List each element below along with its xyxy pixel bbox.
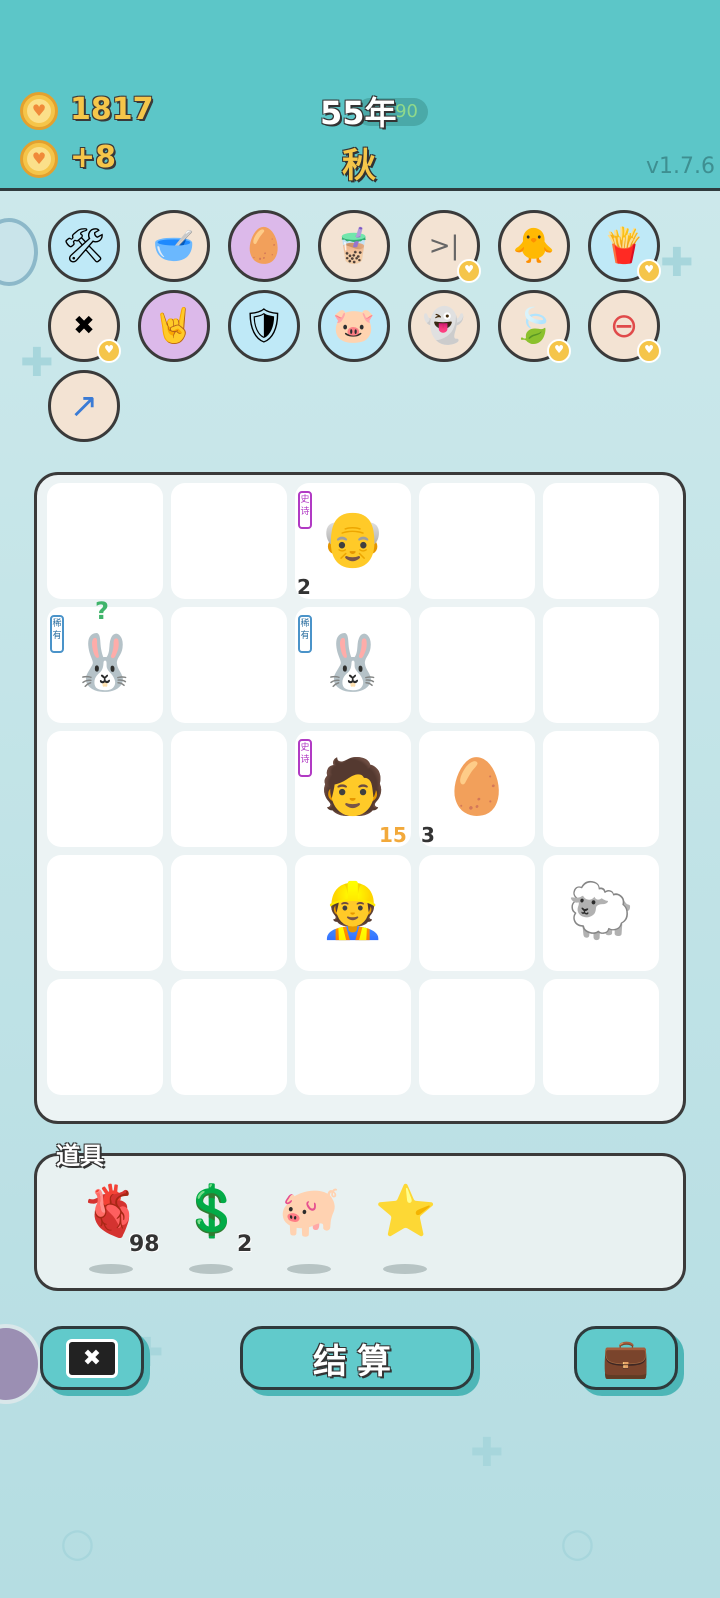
remove-symbol-button[interactable]: ✖: [40, 1326, 144, 1390]
coin-total: 1817: [70, 92, 154, 127]
bunny-icon: 🐰: [319, 631, 387, 694]
inventory-button[interactable]: 💼: [574, 1326, 678, 1390]
background-deco: ✚: [470, 1430, 504, 1476]
coin-icon: ♥: [20, 140, 58, 178]
relic-skip-icon[interactable]: >| ♥: [408, 210, 481, 283]
rare-tag: 稀有: [50, 615, 64, 653]
relic-bubble-tea-icon[interactable]: 🧋: [318, 210, 390, 282]
relic-pet-food-bowl-icon[interactable]: 🥣: [138, 210, 210, 282]
item-shadow: [189, 1264, 233, 1274]
settle-label: 结算: [313, 1341, 401, 1382]
egg-icon: 🥚: [443, 755, 511, 818]
old-man-icon: 👴: [319, 507, 387, 570]
version-label: v1.7.6: [646, 154, 715, 179]
epic-tag: 史诗: [298, 491, 312, 529]
board-cell[interactable]: [47, 979, 163, 1095]
relic-fries-icon[interactable]: 🍟 ♥: [588, 210, 661, 283]
item-shadow: [89, 1264, 133, 1274]
board-cell[interactable]: 史诗 👴 2: [295, 483, 411, 599]
board-cell[interactable]: 稀有 ? 🐰: [47, 597, 163, 723]
season-label: 秋: [342, 146, 376, 186]
sheep-icon: 🐑: [567, 879, 635, 942]
relic-remove-tag-icon[interactable]: ✖ ♥: [48, 290, 121, 363]
board-cell[interactable]: [543, 731, 659, 847]
board-cell[interactable]: [47, 855, 163, 971]
item-shadow: [383, 1264, 427, 1274]
coin-icon: ♥: [20, 92, 58, 130]
relic-chick-egg-icon[interactable]: 🐥: [498, 210, 570, 282]
settle-button[interactable]: 结算: [240, 1326, 474, 1390]
board-cell[interactable]: 史诗 🧑 15: [295, 731, 411, 847]
items-panel: 🫀 98 💲 2 🐖 ⭐: [34, 1153, 686, 1291]
background-deco: ✚: [20, 340, 54, 386]
relic-shield-wrench-icon[interactable]: 🛡: [228, 290, 300, 362]
board-cell[interactable]: [47, 483, 163, 599]
star-item-icon[interactable]: ⭐: [371, 1176, 441, 1246]
player-avatar[interactable]: [0, 1324, 42, 1404]
board-cell[interactable]: [419, 979, 535, 1095]
relic-rock-hand-icon[interactable]: 🤘: [138, 290, 210, 362]
symbol-counter: 2: [297, 575, 311, 599]
person-icon: 🧑: [319, 755, 387, 818]
rare-tag: 稀有: [298, 615, 312, 653]
piggy-bank-item-icon[interactable]: 🐖: [275, 1176, 345, 1246]
board-cell[interactable]: [171, 607, 287, 723]
board-cell[interactable]: [47, 731, 163, 847]
question-mark: ?: [95, 597, 109, 625]
board-cell[interactable]: [171, 855, 287, 971]
background-deco: ○: [560, 1520, 595, 1566]
relic-arrow-up-icon[interactable]: ↗: [48, 370, 120, 442]
board-cell[interactable]: [171, 483, 287, 599]
top-bar: ♥ 1817 ♥ +8 90 55年 秋 v1.7.6: [0, 0, 720, 191]
board-cell[interactable]: [543, 483, 659, 599]
worker-icon: 👷: [319, 879, 387, 942]
remove-icon: ✖: [65, 1338, 119, 1378]
relic-no-entry-icon[interactable]: ⊖ ♥: [588, 290, 661, 363]
epic-tag: 史诗: [298, 739, 312, 777]
side-menu-button[interactable]: [0, 218, 38, 286]
board-cell[interactable]: [171, 979, 287, 1095]
board-cell[interactable]: [295, 979, 411, 1095]
board-cell[interactable]: 🐑: [543, 855, 659, 971]
relic-ghost-icon[interactable]: 👻: [408, 290, 480, 362]
item-shadow: [287, 1264, 331, 1274]
board-cell[interactable]: [543, 607, 659, 723]
relic-egg-nest-icon[interactable]: 🥚: [228, 210, 300, 282]
item-count: 2: [237, 1232, 253, 1257]
symbol-counter: 15: [379, 823, 407, 847]
board-cell[interactable]: [171, 731, 287, 847]
background-deco: ○: [60, 1520, 95, 1566]
board-cell[interactable]: 👷: [295, 855, 411, 971]
board-cell[interactable]: 🥚 3: [419, 731, 535, 847]
items-title: 道具: [56, 1142, 104, 1170]
year-label: 55年: [320, 94, 397, 132]
briefcase-icon: 💼: [602, 1335, 650, 1380]
board-cell[interactable]: [543, 979, 659, 1095]
relic-pump-icon[interactable]: 🛠: [48, 210, 120, 282]
slot-board: 史诗 👴 2 稀有 ? 🐰 稀有 🐰 史诗 🧑 15 🥚 3 👷 🐑: [34, 472, 686, 1124]
symbol-counter: 3: [421, 823, 435, 847]
relic-piggy-bank-icon[interactable]: 🐷: [318, 290, 390, 362]
board-cell[interactable]: [419, 607, 535, 723]
item-count: 98: [129, 1232, 160, 1257]
relic-leaf-icon[interactable]: 🍃 ♥: [498, 290, 571, 363]
board-cell[interactable]: 稀有 🐰: [295, 607, 411, 723]
background-deco: ✚: [660, 240, 694, 286]
coin-income: +8: [70, 140, 117, 175]
board-cell[interactable]: [419, 483, 535, 599]
bunny-icon: 🐰: [71, 631, 139, 694]
board-cell[interactable]: [419, 855, 535, 971]
